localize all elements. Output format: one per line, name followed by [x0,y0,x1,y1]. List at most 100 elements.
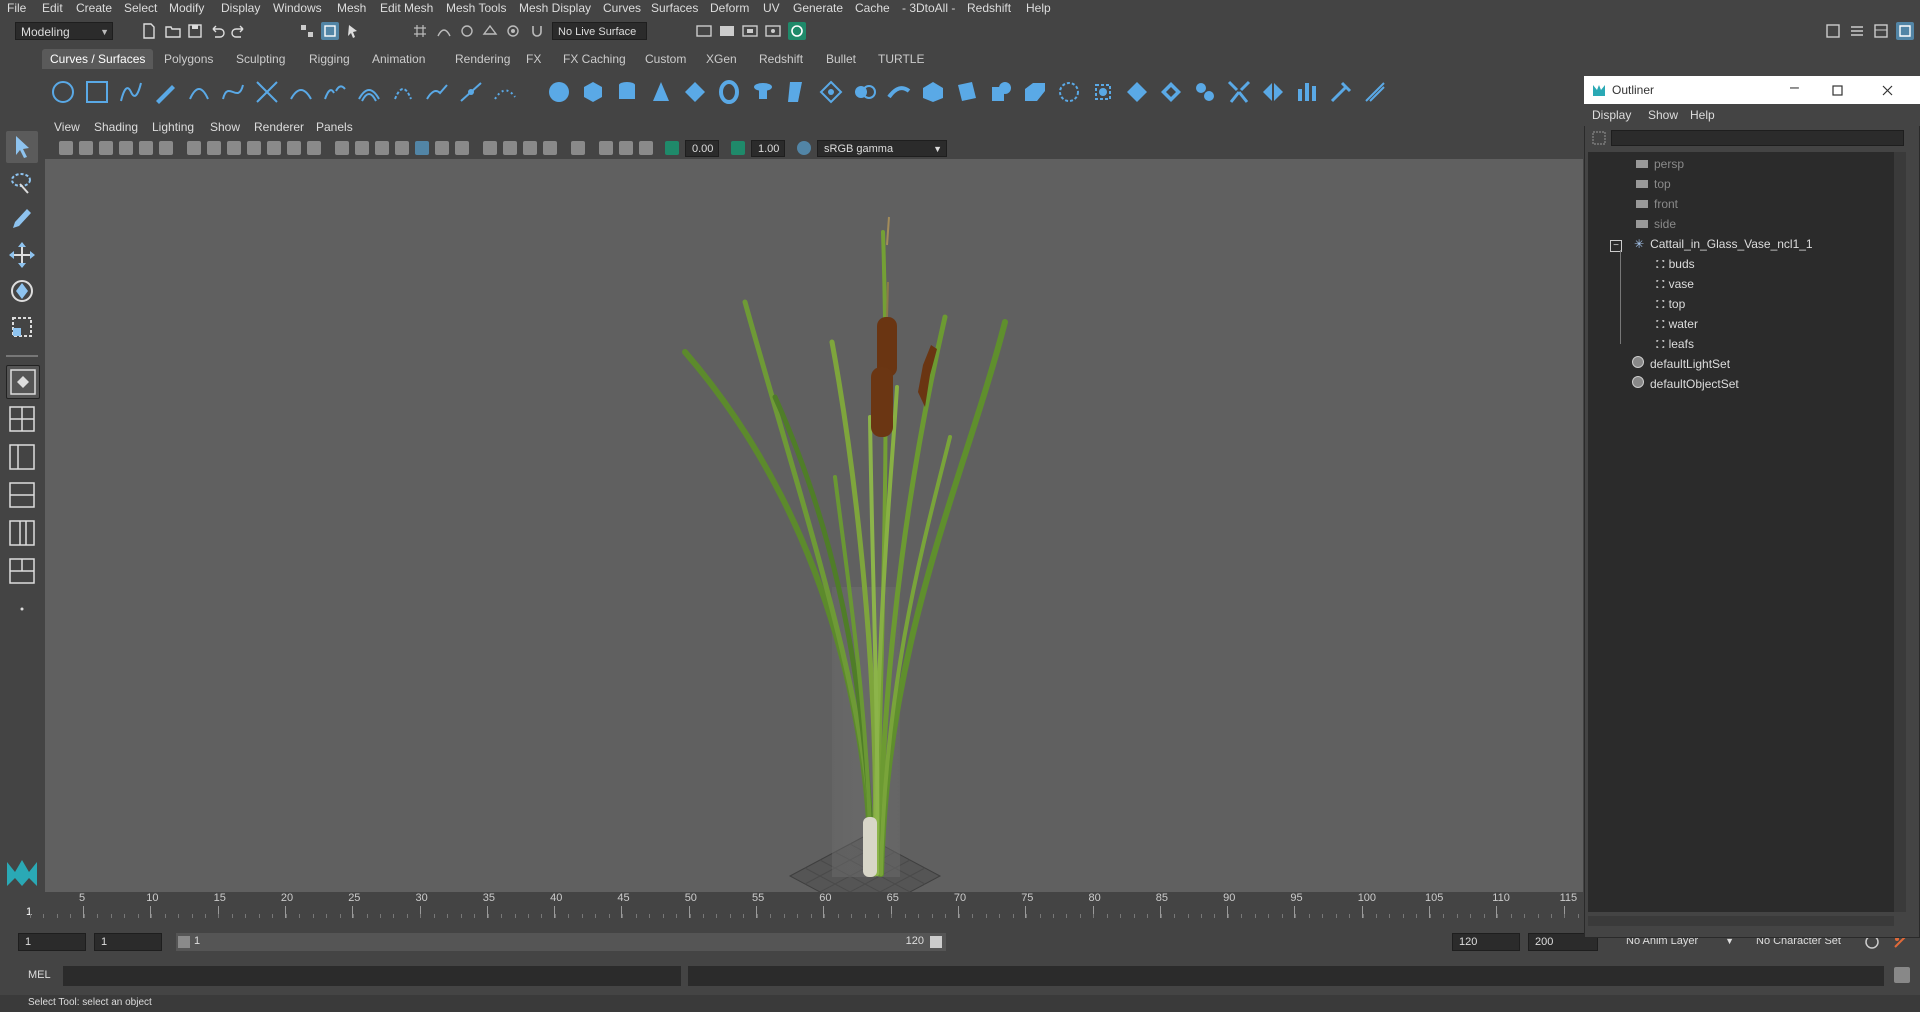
four-view-layout-button[interactable] [6,403,38,435]
render-view-icon[interactable] [695,22,713,40]
exposure-toggle-icon[interactable] [665,141,679,155]
surface-editing-icon[interactable] [1362,79,1388,105]
open-close-surfaces-icon[interactable] [1260,79,1286,105]
menu-mesh[interactable]: Mesh [337,1,366,15]
square-surface-icon[interactable] [954,79,980,105]
close-icon[interactable] [1882,85,1893,96]
grid-icon[interactable] [187,141,201,155]
live-surface-field[interactable]: No Live Surface [552,22,647,40]
menu-edit-mesh[interactable]: Edit Mesh [380,1,433,15]
outliner-item-vase[interactable]: ⛚ vase [1588,274,1920,294]
offset-curve-icon[interactable] [356,79,382,105]
snap-grid-icon[interactable] [411,22,429,40]
outliner-item-persp[interactable]: persp [1588,154,1920,174]
snap-live-icon[interactable] [504,22,522,40]
outliner-titlebar[interactable]: Outliner – [1584,76,1920,104]
menu-mesh-tools[interactable]: Mesh Tools [446,1,506,15]
menu-edit[interactable]: Edit [42,1,63,15]
untrim-icon[interactable] [1158,79,1184,105]
pencil-curve-icon[interactable] [152,79,178,105]
isolate-select-icon[interactable] [571,141,585,155]
render-settings-icon[interactable] [764,22,782,40]
minimize-icon[interactable]: – [1790,79,1799,97]
nurbs-sphere-icon[interactable] [546,79,572,105]
menu-surfaces[interactable]: Surfaces [651,1,698,15]
gamma-toggle-icon[interactable] [731,141,745,155]
hypershade-icon[interactable] [788,22,806,40]
select-hierarchy-icon[interactable] [298,22,316,40]
outliner-item-top-mesh[interactable]: ⛚ top [1588,294,1920,314]
add-points-icon[interactable] [492,79,518,105]
bevel-plus-icon[interactable] [1022,79,1048,105]
menu-select[interactable]: Select [124,1,157,15]
rotate-tool-button[interactable] [6,275,38,307]
outliner-menu-help[interactable]: Help [1690,108,1715,122]
grease-pencil-icon[interactable] [159,141,173,155]
motion-blur-icon[interactable] [503,141,517,155]
detach-surfaces-icon[interactable] [1226,79,1252,105]
tool-settings-icon[interactable] [1872,22,1890,40]
menu-windows[interactable]: Windows [273,1,322,15]
shelf-tab-turtle[interactable]: TURTLE [870,49,932,69]
menu-cache[interactable]: Cache [855,1,890,15]
vp-menu-view[interactable]: View [54,120,80,134]
vp-menu-shading[interactable]: Shading [94,120,138,134]
ep-curve-icon[interactable] [118,79,144,105]
shelf-tab-rendering[interactable]: Rendering [447,49,518,69]
range-start-handle[interactable] [178,936,190,948]
outliner-item-front[interactable]: front [1588,194,1920,214]
lasso-tool-button[interactable] [6,167,38,199]
insert-knot-icon[interactable] [458,79,484,105]
select-component-icon[interactable] [345,22,363,40]
menu-create[interactable]: Create [76,1,112,15]
bevel-icon[interactable] [988,79,1014,105]
command-language-label[interactable]: MEL [28,969,51,981]
ipr-render-icon[interactable] [741,22,759,40]
menu-redshift[interactable]: Redshift [967,1,1011,15]
revolve-icon[interactable] [750,79,776,105]
resolution-gate-icon[interactable] [227,141,241,155]
wireframe-on-shaded-icon[interactable] [395,141,409,155]
hypershade-layout-button[interactable] [6,555,38,587]
range-slider[interactable]: 1 120 [176,933,946,951]
image-plane-icon[interactable] [119,141,133,155]
shelf-tab-rigging[interactable]: Rigging [301,49,358,69]
time-slider[interactable]: 1 5 10 15 20 25 30 35 40 45 50 55 60 65 70 75 80 85 90 95 1… [0,892,1583,920]
trim-tool-icon[interactable] [1124,79,1150,105]
gate-mask-icon[interactable] [247,141,261,155]
surface-intersect-icon[interactable] [1056,79,1082,105]
extrude-icon[interactable] [852,79,878,105]
outliner-item-default-light-set[interactable]: defaultLightSet [1588,354,1920,374]
field-chart-icon[interactable] [267,141,281,155]
attribute-editor-icon[interactable] [1848,22,1866,40]
camera-attributes-icon[interactable] [79,141,93,155]
scale-tool-button[interactable] [6,311,38,343]
viewport-3d[interactable]: persp [45,117,1583,892]
single-perspective-layout-button[interactable] [6,365,40,399]
shelf-tab-sculpting[interactable]: Sculpting [228,49,293,69]
shelf-tab-bullet[interactable]: Bullet [818,49,864,69]
boundary-icon[interactable] [920,79,946,105]
outliner-item-group[interactable]: − ✳ Cattail_in_Glass_Vase_ncl1_1 [1588,234,1916,254]
birail-icon[interactable] [886,79,912,105]
xray-joints-icon[interactable] [639,141,653,155]
screen-space-ao-icon[interactable] [483,141,497,155]
open-scene-icon[interactable] [164,22,182,40]
outliner-item-buds[interactable]: ⛚ buds [1588,254,1920,274]
menu-curves[interactable]: Curves [603,1,641,15]
curve-intersect-icon[interactable] [254,79,280,105]
default-material-icon[interactable] [375,141,389,155]
depth-of-field-icon[interactable] [543,141,557,155]
render-frame-icon[interactable] [718,22,736,40]
nurbs-cone-icon[interactable] [648,79,674,105]
command-input[interactable] [63,966,681,986]
nurbs-torus-icon[interactable] [716,79,742,105]
view-transform-select[interactable]: sRGB gamma ▼ [817,140,947,157]
vp-menu-panels[interactable]: Panels [316,120,353,134]
bezier-curve-icon[interactable] [220,79,246,105]
vp-menu-lighting[interactable]: Lighting [152,120,194,134]
select-tool-button[interactable] [6,131,38,163]
planar-icon[interactable] [818,79,844,105]
menu-3dtoall[interactable]: - 3DtoAll - [902,1,955,15]
multisample-aa-icon[interactable] [523,141,537,155]
